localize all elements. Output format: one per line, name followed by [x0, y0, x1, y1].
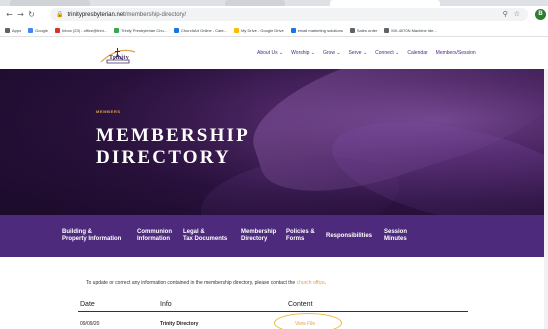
subnav-policies-forms[interactable]: Policies & Forms: [286, 229, 315, 243]
reload-icon[interactable]: ↻: [26, 6, 37, 24]
nav-about-us[interactable]: About Us ⌄: [257, 50, 283, 56]
search-icon[interactable]: ⚲: [503, 8, 508, 21]
bookmark-item[interactable]: Inbox (23) - office@trini...: [55, 27, 107, 33]
bookmark-label: Google: [35, 27, 49, 33]
directory-content: To update or correct any information con…: [0, 257, 548, 329]
bookmark-label: email marketing solutions: [297, 27, 343, 33]
table-header: Date Info Content: [78, 300, 468, 312]
bookmark-item[interactable]: Sales order: [349, 27, 378, 33]
nav-worship[interactable]: Worship ⌄: [291, 50, 315, 56]
notice-text: To update or correct any information con…: [86, 280, 297, 286]
bookmark-label: My Drive - Google Drive: [241, 27, 284, 33]
bookmark-label: MX-4070N Machine Ide...: [391, 27, 437, 33]
bookmark-icon: [174, 27, 180, 33]
profile-avatar[interactable]: B: [535, 9, 546, 20]
bookmark-icon: [290, 27, 296, 33]
subnav-building-property[interactable]: Building & Property Information: [62, 229, 121, 243]
bookmark-label: Apps: [12, 27, 22, 33]
bookmark-label: Trinity Presbyterian Chu...: [120, 27, 168, 33]
subnav-communion[interactable]: Communion Information: [137, 229, 172, 243]
col-header-info: Info: [160, 301, 172, 308]
members-subnav: Building & Property Information Communio…: [0, 215, 548, 257]
bookmark-icon: [28, 27, 34, 33]
bookmark-item[interactable]: MX-4070N Machine Ide...: [384, 27, 437, 33]
nav-grow[interactable]: Grow ⌄: [323, 50, 341, 56]
nav-serve[interactable]: Serve ⌄: [349, 50, 368, 56]
highlight-circle: [274, 313, 342, 329]
subnav-legal-tax[interactable]: Legal & Tax Documents: [183, 229, 227, 243]
nav-connect[interactable]: Connect ⌄: [375, 50, 399, 56]
update-notice: To update or correct any information con…: [86, 280, 326, 286]
page-title-line1: MEMBERSHIP: [96, 125, 250, 146]
url-bar[interactable]: 🔒 trinitypresbyterian.net/membership-dir…: [50, 8, 528, 21]
bookmark-icon: [113, 27, 119, 33]
hero-kicker: MEMBERS: [96, 109, 121, 114]
subnav-responsibilities[interactable]: Responsibilities: [326, 233, 372, 240]
bookmark-item[interactable]: My Drive - Google Drive: [234, 27, 284, 33]
col-header-content: Content: [288, 301, 313, 308]
main-nav: About Us ⌄ Worship ⌄ Grow ⌄ Serve ⌄ Conn…: [257, 50, 476, 56]
bookmark-label: Inbox (23) - office@trini...: [62, 27, 107, 33]
row-date: 09/09/20: [80, 321, 100, 327]
bookmark-item[interactable]: Trinity Presbyterian Chu...: [113, 27, 168, 33]
page-title: MEMBERSHIP DIRECTORY: [96, 125, 250, 169]
logo-text: Trinity: [109, 55, 129, 61]
bookmark-icon: [234, 27, 240, 33]
bookmark-label: Sales order: [356, 27, 378, 33]
back-icon[interactable]: ←: [4, 6, 15, 24]
bookmarks-bar: Apps Google Inbox (23) - office@trini... Tr…: [0, 24, 548, 37]
url-domain: trinitypresbyterian.net: [67, 11, 125, 18]
bookmark-item[interactable]: ChurchArt Online - Cate...: [174, 27, 228, 33]
url-path: /membership-directory/: [124, 11, 187, 18]
bookmark-item[interactable]: Google: [28, 27, 49, 33]
address-bar-row: ← → ↻ 🔒 trinitypresbyterian.net/membersh…: [0, 6, 548, 24]
notice-suffix: .: [324, 280, 327, 286]
bookmark-icon: [5, 27, 10, 33]
col-header-date: Date: [80, 301, 95, 308]
hero-banner: MEMBERS MEMBERSHIP DIRECTORY: [0, 69, 548, 215]
bookmark-item[interactable]: Apps: [5, 27, 22, 33]
nav-calendar[interactable]: Calendar: [407, 50, 427, 56]
nav-members-session[interactable]: Members/Session: [436, 50, 476, 56]
church-office-link[interactable]: church office: [297, 280, 325, 286]
page-title-line2: DIRECTORY: [96, 147, 231, 168]
lock-icon: 🔒: [56, 11, 64, 18]
star-icon[interactable]: ☆: [514, 8, 520, 21]
row-info: Trinity Directory: [160, 321, 199, 327]
bookmark-icon: [384, 27, 390, 33]
bookmark-icon: [55, 27, 61, 33]
subnav-membership-directory[interactable]: Membership Directory: [241, 229, 276, 243]
scrollbar[interactable]: [544, 69, 548, 329]
url-text: trinitypresbyterian.net/membership-direc…: [67, 12, 186, 18]
bookmark-label: ChurchArt Online - Cate...: [181, 27, 228, 33]
site-header: Trinity About Us ⌄ Worship ⌄ Grow ⌄ Serv…: [0, 38, 548, 69]
forward-icon[interactable]: →: [15, 6, 26, 24]
subnav-session-minutes[interactable]: Session Minutes: [384, 229, 407, 243]
bookmark-item[interactable]: email marketing solutions: [290, 27, 343, 33]
bookmark-icon: [349, 27, 355, 33]
